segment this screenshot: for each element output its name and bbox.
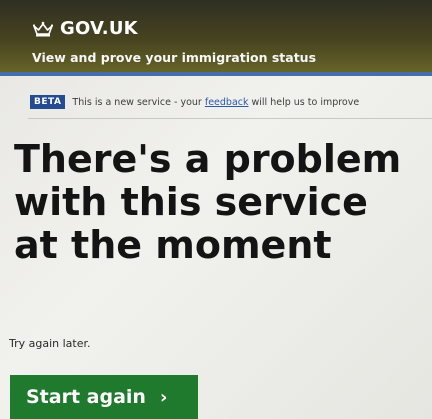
site-header: GOV.UK View and prove your immigration s… bbox=[0, 0, 432, 76]
crown-icon bbox=[32, 21, 54, 37]
phase-text-before: This is a new service - your bbox=[72, 96, 205, 108]
service-name-link[interactable]: View and prove your immigration status bbox=[32, 50, 316, 65]
page-title: There's a problem with this service at t… bbox=[14, 137, 402, 267]
body-text: Try again later. bbox=[9, 337, 91, 350]
phase-text-after: will help us to improve bbox=[248, 96, 360, 108]
logo-text: GOV.UK bbox=[60, 18, 138, 39]
phase-banner-text: This is a new service - your feedback wi… bbox=[72, 97, 359, 108]
start-again-label: Start again bbox=[26, 386, 146, 408]
beta-tag: BETA bbox=[30, 95, 66, 109]
phase-banner: BETA This is a new service - your feedba… bbox=[30, 92, 359, 112]
feedback-link[interactable]: feedback bbox=[205, 97, 249, 108]
phase-banner-divider bbox=[28, 118, 432, 119]
start-again-button[interactable]: Start again › bbox=[10, 375, 198, 419]
chevron-right-icon: › bbox=[159, 386, 168, 408]
govuk-logo-link[interactable]: GOV.UK bbox=[32, 18, 138, 39]
